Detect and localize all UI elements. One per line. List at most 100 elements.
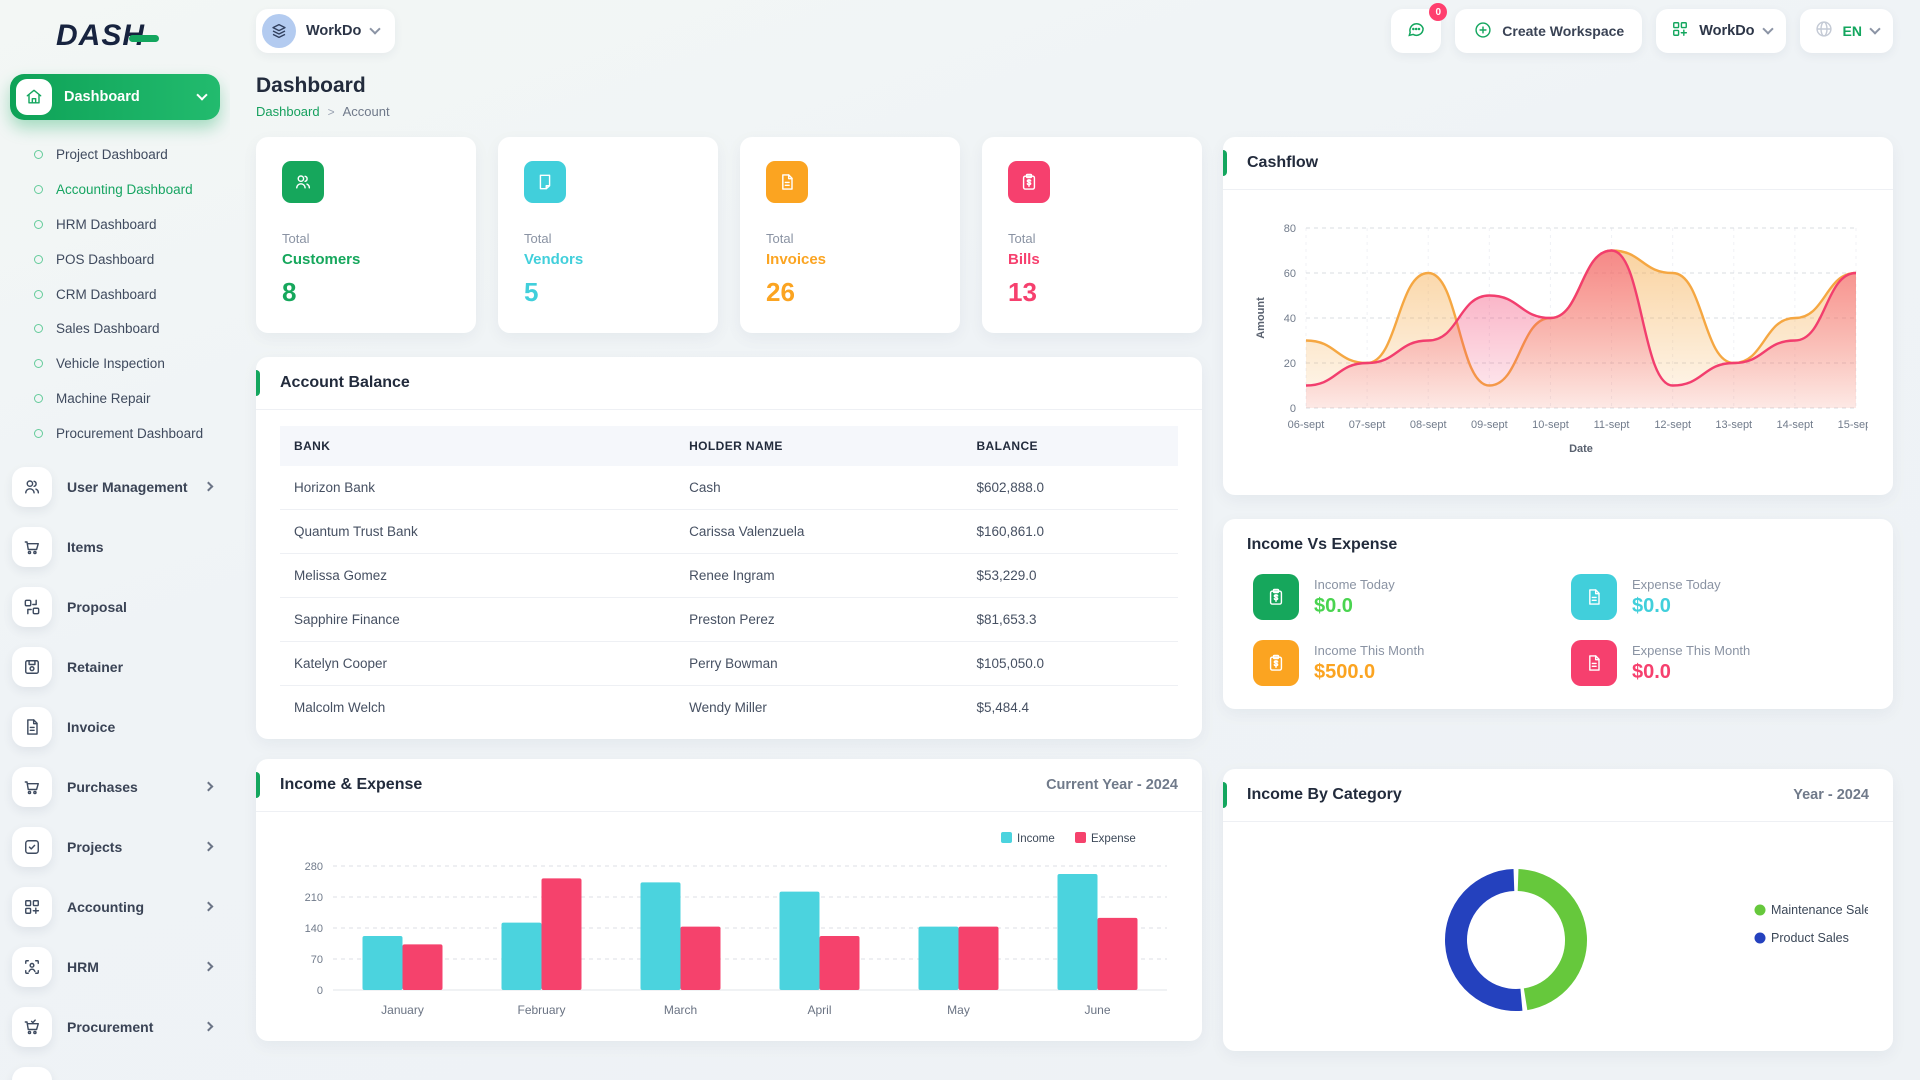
- sidebar-subitem-project-dashboard[interactable]: Project Dashboard: [10, 138, 220, 173]
- account-balance-panel: Account Balance BANKHOLDER NAMEBALANCE H…: [256, 357, 1202, 739]
- stat-card-vendors: TotalVendors5: [498, 137, 718, 333]
- svg-text:280: 280: [305, 861, 323, 873]
- table-cell: $160,861.0: [962, 510, 1178, 554]
- svg-text:February: February: [517, 1003, 565, 1017]
- workdo-menu-button[interactable]: WorkDo: [1656, 9, 1785, 53]
- sidebar-item-label: Dashboard: [64, 89, 186, 105]
- table-cell: Wendy Miller: [675, 686, 962, 730]
- bullet-circle-icon: [34, 220, 43, 229]
- sidebar-item-procurement[interactable]: Procurement: [10, 1002, 220, 1052]
- bullet-circle-icon: [34, 429, 43, 438]
- chevron-right-icon: [204, 482, 214, 492]
- sidebar-subitem-pos-dashboard[interactable]: POS Dashboard: [10, 243, 220, 278]
- sidebar-subitem-machine-repair[interactable]: Machine Repair: [10, 382, 220, 417]
- sidebar-item-retainer[interactable]: Retainer: [10, 642, 220, 692]
- sidebar-menu: User Management Items Proposal Retainer Invo…: [10, 462, 220, 1080]
- plus-circle-icon: [1473, 20, 1493, 43]
- svg-text:12-sept: 12-sept: [1654, 419, 1691, 431]
- file-invoice-icon: [766, 161, 808, 203]
- topbar: WorkDo 0 Create Workspace WorkDo EN: [230, 0, 1920, 62]
- income-expense-panel: Income & Expense Current Year - 2024 070…: [256, 759, 1202, 1041]
- notification-badge: 0: [1429, 3, 1447, 21]
- stat-card-bills: TotalBills13: [982, 137, 1202, 333]
- table-cell: Melissa Gomez: [280, 554, 675, 598]
- panel-accent-bar: [1223, 782, 1227, 808]
- stat-value: 5: [524, 277, 692, 308]
- sidebar-subitem-accounting-dashboard[interactable]: Accounting Dashboard: [10, 173, 220, 208]
- table-column-header: HOLDER NAME: [675, 426, 962, 466]
- ive-value: $0.0: [1314, 595, 1395, 618]
- svg-text:60: 60: [1284, 268, 1296, 280]
- sidebar-item-proposal[interactable]: Proposal: [10, 582, 220, 632]
- table-row: Katelyn CooperPerry Bowman$105,050.0: [280, 642, 1178, 686]
- ive-label: Expense This Month: [1632, 643, 1750, 658]
- svg-text:11-sept: 11-sept: [1594, 419, 1630, 431]
- sidebar-subitem-procurement-dashboard[interactable]: Procurement Dashboard: [10, 417, 220, 452]
- income-by-category-donut-chart: Maintenance SalesProduct Sales: [1223, 822, 1893, 1053]
- chevron-down-icon: [370, 23, 381, 34]
- panel-subtitle: Current Year - 2024: [1046, 777, 1178, 793]
- clipboard-dollar-icon: [1253, 574, 1299, 620]
- sidebar-item-purchases[interactable]: Purchases: [10, 762, 220, 812]
- home-icon: [16, 79, 52, 115]
- table-row: Quantum Trust BankCarissa Valenzuela$160…: [280, 510, 1178, 554]
- sidebar-item-projects[interactable]: Projects: [10, 822, 220, 872]
- sidebar: DASH Dashboard Project DashboardAccounti…: [0, 0, 230, 1080]
- create-workspace-button[interactable]: Create Workspace: [1455, 9, 1642, 53]
- ive-item-income-today: Income Today$0.0: [1253, 574, 1545, 620]
- stat-card-invoices: TotalInvoices26: [740, 137, 960, 333]
- language-selector[interactable]: EN: [1800, 9, 1893, 53]
- sidebar-item-pos[interactable]: POS: [10, 1062, 220, 1080]
- sidebar-item-accounting[interactable]: Accounting: [10, 882, 220, 932]
- clipboard-dollar-icon: [1008, 161, 1050, 203]
- svg-text:08-sept: 08-sept: [1410, 419, 1447, 431]
- bullet-circle-icon: [34, 290, 43, 299]
- file-lines-icon: [1571, 640, 1617, 686]
- sidebar-item-dashboard[interactable]: Dashboard: [10, 74, 220, 120]
- table-row: Sapphire FinancePreston Perez$81,653.3: [280, 598, 1178, 642]
- notifications-button[interactable]: 0: [1391, 9, 1441, 53]
- ive-value: $0.0: [1632, 595, 1721, 618]
- table-cell: $53,229.0: [962, 554, 1178, 598]
- ive-value: $500.0: [1314, 661, 1424, 684]
- table-cell: $602,888.0: [962, 466, 1178, 510]
- bullet-circle-icon: [34, 150, 43, 159]
- svg-text:06-sept: 06-sept: [1288, 419, 1325, 431]
- breadcrumb-link-dashboard[interactable]: Dashboard: [256, 104, 320, 119]
- sidebar-subitem-crm-dashboard[interactable]: CRM Dashboard: [10, 278, 220, 313]
- sidebar-subitem-hrm-dashboard[interactable]: HRM Dashboard: [10, 208, 220, 243]
- panel-subtitle: Year - 2024: [1793, 787, 1869, 803]
- sidebar-item-items[interactable]: Items: [10, 522, 220, 572]
- table-cell: Horizon Bank: [280, 466, 675, 510]
- svg-text:June: June: [1084, 1003, 1110, 1017]
- table-cell: Sapphire Finance: [280, 598, 675, 642]
- workspace-switcher[interactable]: WorkDo: [256, 9, 395, 53]
- cashflow-area-chart: 02040608006-sept07-sept08-sept09-sept10-…: [1223, 190, 1893, 481]
- chevron-right-icon: [204, 902, 214, 912]
- user-scan-icon: [12, 947, 52, 987]
- income-by-category-panel: Income By Category Year - 2024 Maintenan…: [1223, 769, 1893, 1051]
- ive-item-expense-this-month: Expense This Month$0.0: [1571, 640, 1863, 686]
- sidebar-item-invoice[interactable]: Invoice: [10, 702, 220, 752]
- table-cell: Malcolm Welch: [280, 686, 675, 730]
- svg-text:January: January: [381, 1003, 424, 1017]
- svg-text:Income: Income: [1017, 833, 1055, 845]
- file-invoice-icon: [12, 707, 52, 747]
- svg-text:April: April: [807, 1003, 831, 1017]
- income-vs-expense-panel: Income Vs Expense Income Today$0.0Expens…: [1223, 519, 1893, 709]
- users-icon: [282, 161, 324, 203]
- main-content: Dashboard Dashboard > Account TotalCusto…: [230, 62, 1920, 1080]
- svg-text:09-sept: 09-sept: [1471, 419, 1508, 431]
- sidebar-item-user-management[interactable]: User Management: [10, 462, 220, 512]
- sidebar-subitem-sales-dashboard[interactable]: Sales Dashboard: [10, 312, 220, 347]
- sidebar-subitem-vehicle-inspection[interactable]: Vehicle Inspection: [10, 347, 220, 382]
- breadcrumb-current: Account: [343, 104, 390, 119]
- bullet-circle-icon: [34, 394, 43, 403]
- table-row: Horizon BankCash$602,888.0: [280, 466, 1178, 510]
- table-row: Melissa GomezRenee Ingram$53,229.0: [280, 554, 1178, 598]
- account-balance-table: BANKHOLDER NAMEBALANCE Horizon BankCash$…: [280, 426, 1178, 729]
- proposal-grid-icon: [12, 587, 52, 627]
- svg-text:210: 210: [305, 892, 323, 904]
- check-square-icon: [12, 827, 52, 867]
- sidebar-item-hrm[interactable]: HRM: [10, 942, 220, 992]
